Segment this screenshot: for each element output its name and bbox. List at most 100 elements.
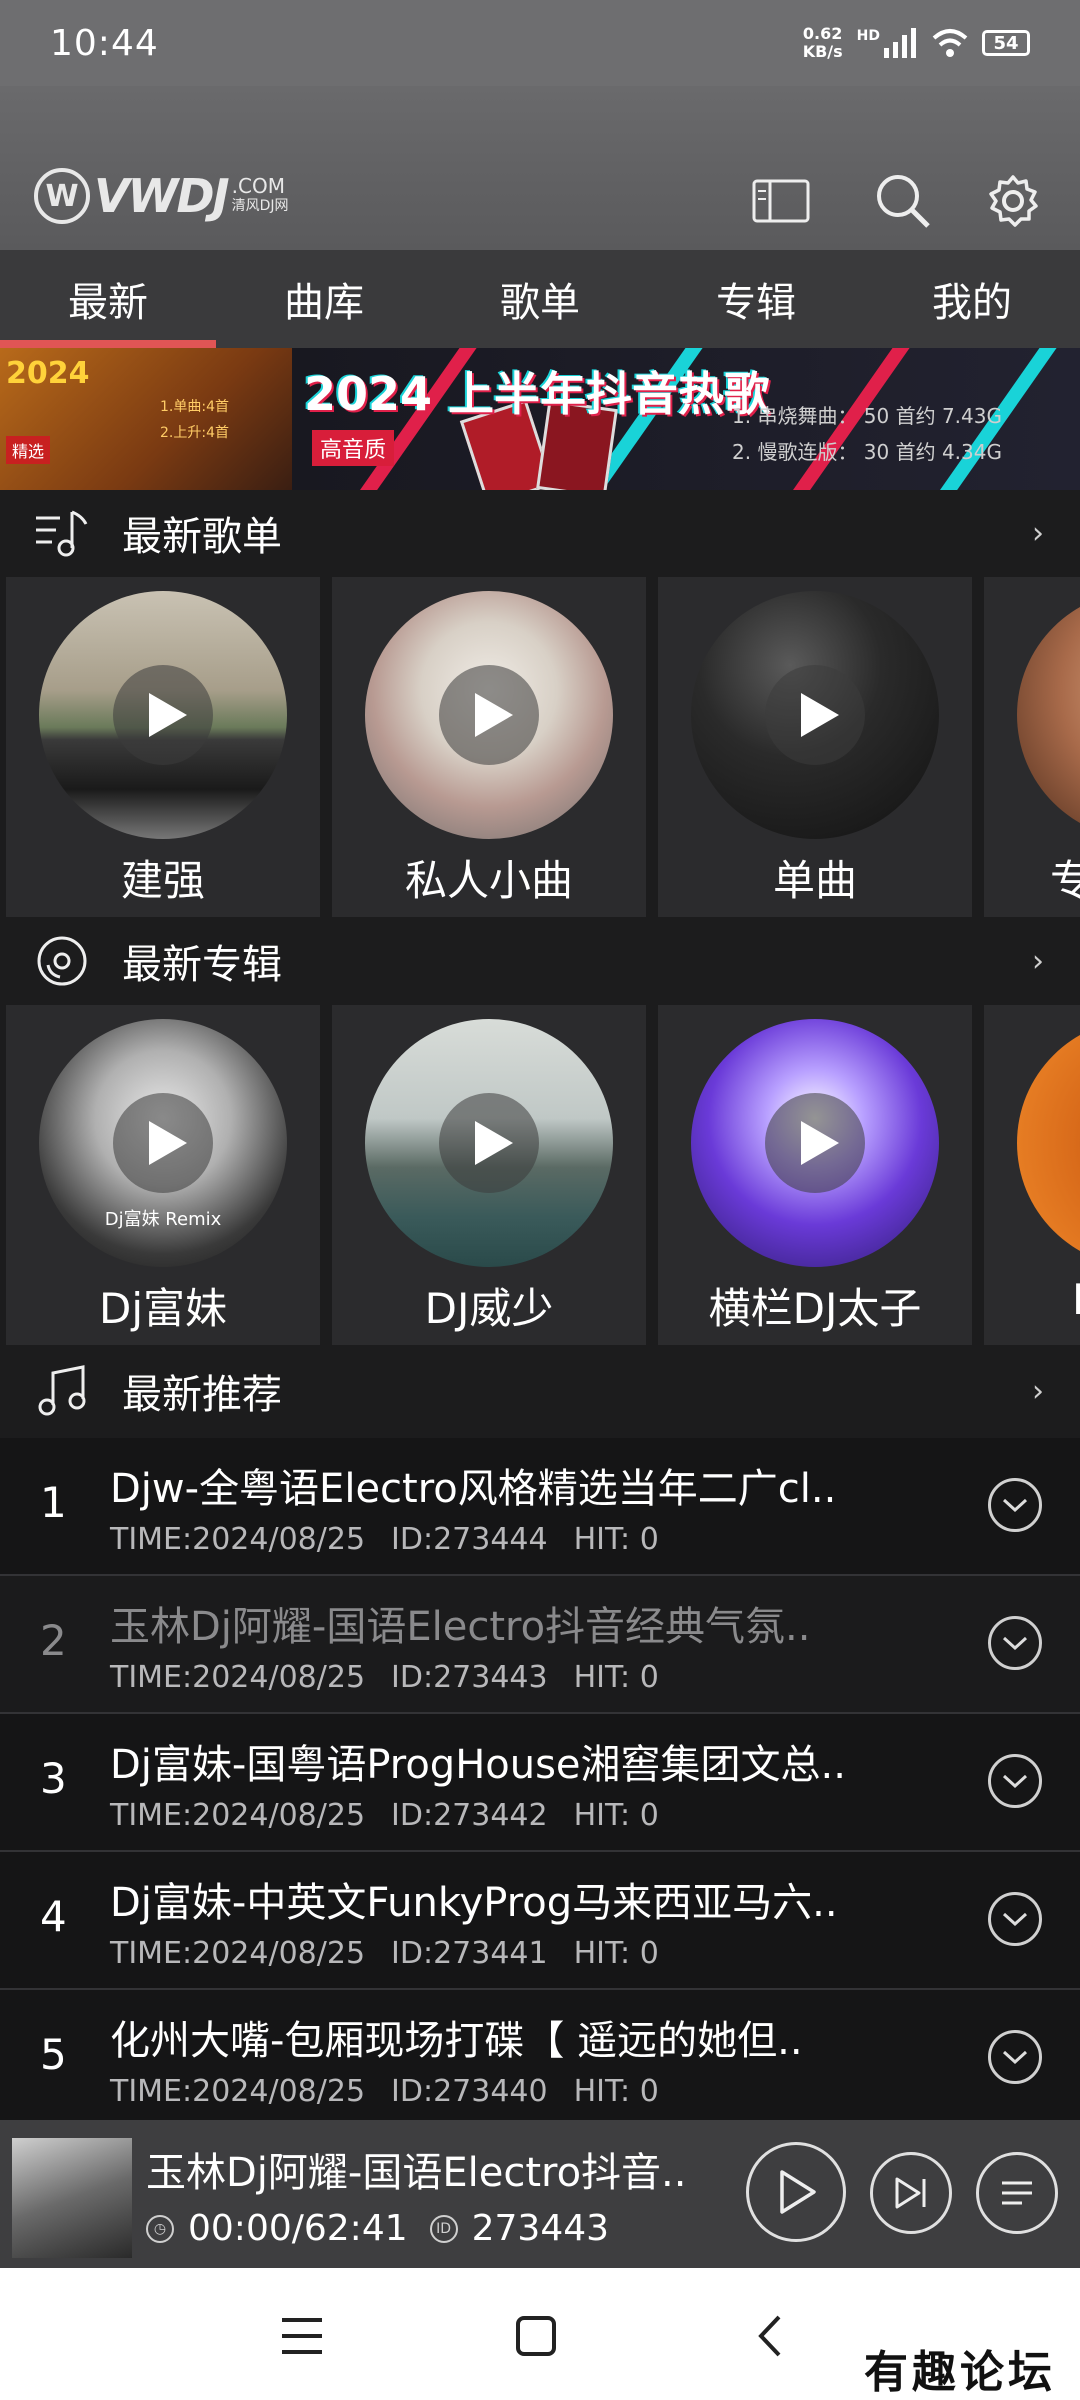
gear-icon[interactable]	[982, 170, 1044, 232]
playlist-label: 私人小曲	[404, 856, 573, 905]
play-icon[interactable]	[765, 665, 865, 765]
banner-main-panel[interactable]: 2024 上半年抖音热歌 高音质 1. 串烧舞曲： 50 首约 7.43G 2.…	[292, 348, 1080, 490]
album-label: DJ威少	[424, 1284, 554, 1333]
album-card[interactable]: I	[984, 1005, 1080, 1345]
track-row[interactable]: 1 Djw-全粤语Electro风格精选当年二广cl.. TIME:2024/0…	[0, 1438, 1080, 1576]
tab-playlists[interactable]: 歌单	[432, 250, 648, 348]
album-cover-text: Dj富妹 Remix	[104, 1209, 222, 1230]
next-track-button[interactable]	[870, 2152, 952, 2234]
album-cover: Dj富妹 Remix	[39, 1019, 287, 1267]
status-bar: 10:44 0.62 KB/s HD 54	[0, 0, 1080, 86]
chevron-down-icon[interactable]	[988, 1754, 1042, 1808]
playlist-cover	[1017, 591, 1080, 839]
playlist-cover	[691, 591, 939, 839]
album-card[interactable]: Dj富妹 Remix Dj富妹	[6, 1005, 320, 1345]
album-card[interactable]: DJ威少	[332, 1005, 646, 1345]
track-row[interactable]: 3 Dj富妹-国粤语ProgHouse湘窖集团文总.. TIME:2024/08…	[0, 1714, 1080, 1852]
play-icon[interactable]	[113, 1093, 213, 1193]
chevron-down-icon[interactable]	[988, 1478, 1042, 1532]
track-number: 1	[40, 1478, 67, 1527]
album-cover	[365, 1019, 613, 1267]
now-playing-cover[interactable]	[12, 2138, 132, 2258]
logo-text: VWDJ	[94, 169, 230, 223]
album-label: I	[1072, 1275, 1080, 1324]
track-title[interactable]: Dj富妹-中英文FunkyProg马来西亚马六..	[110, 1870, 950, 1928]
play-icon[interactable]	[765, 1093, 865, 1193]
disc-icon	[32, 931, 92, 991]
mini-player[interactable]: 玉林Dj阿耀-国语Electro抖音.. ◷ 00:00/62:41 ID 27…	[0, 2120, 1080, 2268]
track-title[interactable]: 玉林Dj阿耀-国语Electro抖音经典气氛..	[110, 1594, 950, 1652]
banner-lines: 1. 串烧舞曲： 50 首约 7.43G 2. 慢歌连版： 30 首约 4.34…	[732, 404, 1002, 464]
album-label: Dj富妹	[98, 1284, 227, 1333]
now-playing-info: ◷ 00:00/62:41 ID 273443	[146, 2208, 609, 2249]
playlist-card[interactable]: 单曲	[658, 577, 972, 917]
chevron-right-icon[interactable]: ›	[1032, 1374, 1044, 1409]
system-nav-bar: 有趣论坛	[0, 2268, 1080, 2400]
playlists-section-header[interactable]: 最新歌单 ›	[0, 490, 1080, 576]
play-icon[interactable]	[113, 665, 213, 765]
chevron-right-icon[interactable]: ›	[1032, 944, 1044, 979]
playlist-card[interactable]: 建强	[6, 577, 320, 917]
track-row[interactable]: 2 玉林Dj阿耀-国语Electro抖音经典气氛.. TIME:2024/08/…	[0, 1576, 1080, 1714]
track-row[interactable]: 4 Dj富妹-中英文FunkyProg马来西亚马六.. TIME:2024/08…	[0, 1852, 1080, 1990]
section-title: 最新推荐	[122, 1372, 282, 1418]
playlists-carousel[interactable]: 建强 私人小曲 单曲 专	[0, 577, 1080, 917]
now-playing-id: 273443	[471, 2208, 610, 2249]
track-meta: TIME:2024/08/25 ID:273444 HIT: 0	[110, 1522, 659, 1557]
banner-quality-badge: 高音质	[312, 430, 395, 466]
app-logo: W VWDJ .COM 清风DJ网	[34, 168, 289, 224]
watermark: 有趣论坛	[864, 2347, 1056, 2398]
play-button[interactable]	[746, 2142, 846, 2242]
sidebar-toggle-icon[interactable]	[750, 170, 812, 232]
clock-icon: ◷	[146, 2214, 174, 2243]
chevron-down-icon[interactable]	[988, 2030, 1042, 2084]
playlist-label: 建强	[120, 856, 205, 905]
logo-mark: W	[34, 168, 90, 224]
track-number: 3	[40, 1754, 67, 1803]
hd-label: HD	[856, 28, 880, 44]
search-icon[interactable]	[872, 170, 934, 232]
now-playing-title[interactable]: 玉林Dj阿耀-国语Electro抖音..	[146, 2140, 736, 2198]
playlist-card[interactable]: 专	[984, 577, 1080, 917]
id-icon: ID	[429, 2214, 458, 2243]
track-number: 5	[40, 2030, 67, 2079]
home-icon[interactable]	[506, 2306, 566, 2366]
chevron-right-icon[interactable]: ›	[1032, 516, 1044, 551]
play-icon[interactable]	[439, 1093, 539, 1193]
chevron-down-icon[interactable]	[988, 1892, 1042, 1946]
track-meta: TIME:2024/08/25 ID:273442 HIT: 0	[110, 1798, 659, 1833]
menu-icon[interactable]	[272, 2306, 332, 2366]
banner-left-tag: 精选	[6, 436, 51, 464]
promo-banner[interactable]: 2024 精选 1.单曲:4首 2.上升:4首 2024 上半年抖音热歌 高音质…	[0, 348, 1080, 490]
track-title[interactable]: Djw-全粤语Electro风格精选当年二广cl..	[110, 1456, 950, 1514]
playlist-label: 专	[1050, 856, 1080, 905]
playlist-cover	[365, 591, 613, 839]
track-title[interactable]: 化州大嘴-包厢现场打碟【 遥远的她但..	[110, 2008, 950, 2066]
music-note-icon	[32, 1361, 92, 1421]
playlist-card[interactable]: 私人小曲	[332, 577, 646, 917]
banner-left-lines: 1.单曲:4首 2.上升:4首	[160, 399, 229, 441]
track-number: 4	[40, 1892, 67, 1941]
back-icon[interactable]	[740, 2306, 800, 2366]
chevron-down-icon[interactable]	[988, 1616, 1042, 1670]
banner-left-panel[interactable]: 2024 精选 1.单曲:4首 2.上升:4首	[0, 348, 292, 490]
section-title: 最新专辑	[122, 942, 282, 988]
playlist-queue-button[interactable]	[976, 2152, 1058, 2234]
recommend-section-header[interactable]: 最新推荐 ›	[0, 1348, 1080, 1434]
album-cover	[691, 1019, 939, 1267]
tab-library[interactable]: 曲库	[216, 250, 432, 348]
section-title: 最新歌单	[122, 514, 282, 560]
album-card[interactable]: 横栏DJ太子	[658, 1005, 972, 1345]
tab-latest[interactable]: 最新	[0, 250, 216, 348]
album-label: 横栏DJ太子	[708, 1284, 922, 1333]
banner-left-year: 2024	[6, 356, 90, 391]
albums-carousel[interactable]: Dj富妹 Remix Dj富妹 DJ威少 横栏DJ太子 I	[0, 1005, 1080, 1345]
tab-albums[interactable]: 专辑	[648, 250, 864, 348]
wifi-icon	[932, 29, 968, 57]
tab-mine[interactable]: 我的	[864, 250, 1080, 348]
track-row[interactable]: 5 化州大嘴-包厢现场打碟【 遥远的她但.. TIME:2024/08/25 ID…	[0, 1990, 1080, 2128]
track-number: 2	[40, 1616, 67, 1665]
play-icon[interactable]	[439, 665, 539, 765]
track-title[interactable]: Dj富妹-国粤语ProgHouse湘窖集团文总..	[110, 1732, 950, 1790]
albums-section-header[interactable]: 最新专辑 ›	[0, 918, 1080, 1004]
